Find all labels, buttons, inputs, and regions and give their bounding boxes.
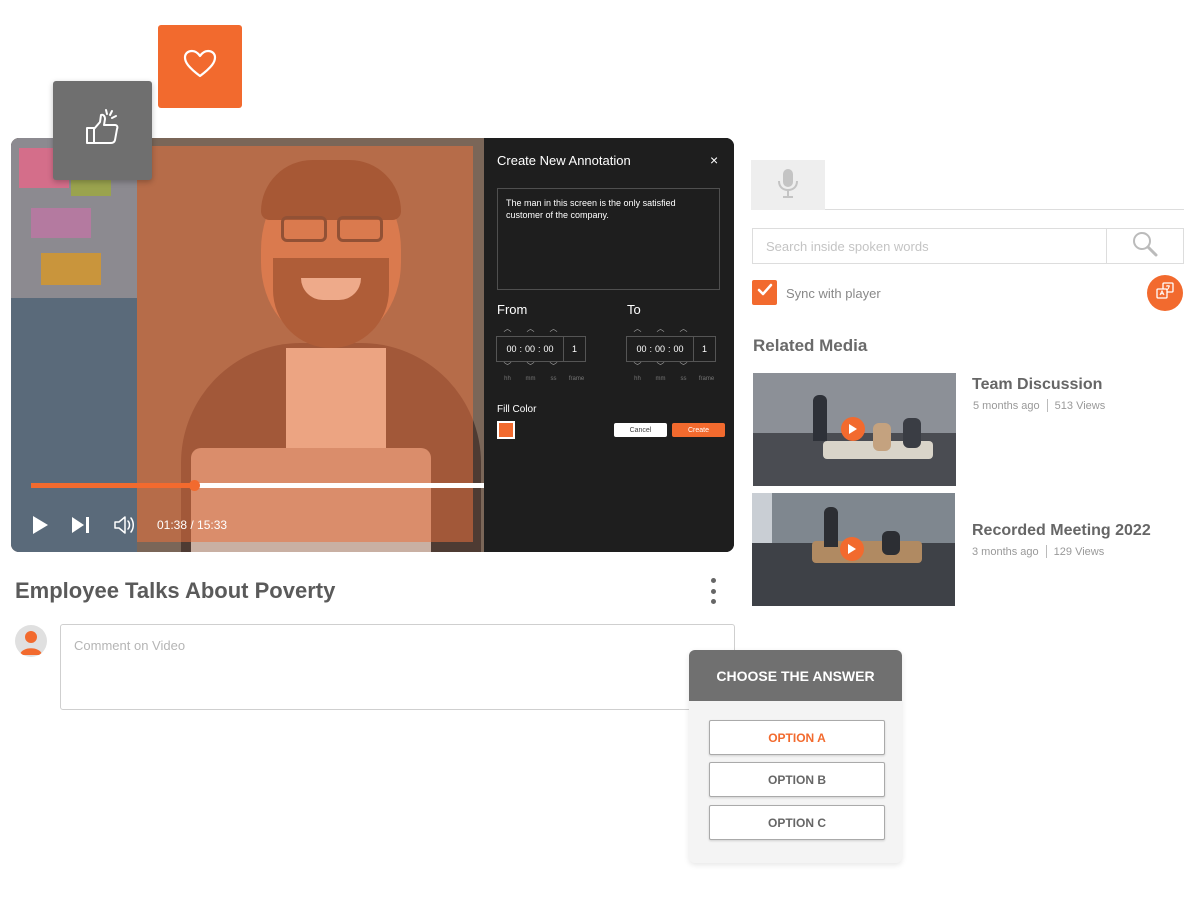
from-frame-field[interactable]: 1 bbox=[564, 336, 586, 362]
translate-button[interactable] bbox=[1147, 275, 1183, 311]
chevron-down-icon[interactable]: ﹀ bbox=[542, 362, 565, 372]
divider bbox=[825, 209, 1184, 210]
unit-label: ss bbox=[680, 376, 687, 382]
unit-label: mm bbox=[525, 376, 536, 382]
unit-label: mm bbox=[655, 376, 666, 382]
chevron-up-icon[interactable]: ︿ bbox=[672, 324, 695, 334]
microphone-icon bbox=[776, 167, 800, 204]
search-icon bbox=[1131, 230, 1159, 263]
unit-label: hh bbox=[634, 376, 641, 382]
heart-icon bbox=[183, 49, 217, 84]
related-title[interactable]: Team Discussion bbox=[972, 376, 1102, 394]
tab-transcript[interactable] bbox=[751, 160, 825, 210]
play-icon[interactable] bbox=[31, 515, 49, 535]
video-player[interactable]: 01:38 / 15:33 Create New Annotation × Th… bbox=[11, 138, 734, 552]
chevron-down-icon[interactable]: ﹀ bbox=[649, 362, 672, 372]
chevron-up-icon[interactable]: ︿ bbox=[626, 324, 649, 334]
from-label: From bbox=[497, 302, 528, 317]
related-age: 5 months ago bbox=[973, 399, 1040, 412]
video-frame[interactable]: 01:38 / 15:33 bbox=[11, 138, 484, 552]
search-input[interactable] bbox=[753, 229, 1106, 263]
related-thumbnail[interactable] bbox=[752, 493, 955, 606]
chevron-up-icon[interactable]: ︿ bbox=[542, 324, 565, 334]
chevron-up-icon[interactable]: ︿ bbox=[496, 324, 519, 334]
skip-next-icon[interactable] bbox=[71, 516, 91, 534]
search-button[interactable] bbox=[1106, 229, 1183, 263]
related-views: 513 Views bbox=[1054, 399, 1106, 412]
related-views: 129 Views bbox=[1053, 545, 1105, 558]
fill-color-swatch[interactable] bbox=[497, 421, 515, 439]
chevron-down-icon[interactable]: ﹀ bbox=[672, 362, 695, 372]
sticky-note bbox=[41, 253, 101, 285]
time-readout: 01:38 / 15:33 bbox=[157, 518, 228, 532]
related-meta: 5 months ago 513 Views bbox=[973, 399, 1105, 412]
chevron-down-icon[interactable]: ﹀ bbox=[626, 362, 649, 372]
video-title: Employee Talks About Poverty bbox=[15, 578, 336, 603]
thumbs-up-icon bbox=[81, 106, 125, 155]
related-age: 3 months ago bbox=[972, 545, 1039, 558]
unit-label: frame bbox=[568, 376, 585, 382]
play-icon[interactable] bbox=[840, 537, 864, 561]
related-media-heading: Related Media bbox=[753, 336, 868, 355]
annotation-title: Create New Annotation bbox=[497, 153, 631, 168]
unit-label: frame bbox=[698, 376, 715, 382]
progress-knob[interactable] bbox=[189, 480, 200, 491]
create-button[interactable]: Create bbox=[672, 423, 725, 437]
quiz-option-a[interactable]: OPTION A bbox=[709, 720, 885, 755]
comment-input[interactable]: Comment on Video bbox=[60, 624, 735, 710]
volume-icon[interactable] bbox=[113, 515, 137, 535]
favorite-button[interactable] bbox=[158, 25, 242, 108]
like-button[interactable] bbox=[53, 81, 152, 180]
quiz-card: CHOOSE THE ANSWER OPTION A OPTION B OPTI… bbox=[689, 650, 902, 863]
to-time-field[interactable]: 00:00:00 bbox=[626, 336, 694, 362]
cancel-button[interactable]: Cancel bbox=[614, 423, 667, 437]
annotation-panel: Create New Annotation × The man in this … bbox=[484, 138, 734, 552]
to-time-picker: ︿ ︿ ︿ 00:00:00 1 ﹀ ﹀ ﹀ hh mm ss frame bbox=[626, 324, 718, 384]
fill-color-label: Fill Color bbox=[497, 404, 537, 415]
to-label: To bbox=[627, 302, 641, 317]
progress-fill bbox=[31, 483, 194, 488]
chevron-down-icon[interactable]: ﹀ bbox=[519, 362, 542, 372]
checkmark-icon bbox=[757, 283, 773, 302]
sync-label: Sync with player bbox=[786, 286, 881, 301]
more-options-icon[interactable] bbox=[705, 576, 721, 606]
annotation-textarea[interactable]: The man in this screen is the only satis… bbox=[497, 188, 720, 290]
chevron-up-icon[interactable]: ︿ bbox=[649, 324, 672, 334]
related-title[interactable]: Recorded Meeting 2022 bbox=[972, 522, 1151, 540]
close-icon[interactable]: × bbox=[710, 152, 718, 168]
player-controls: 01:38 / 15:33 bbox=[31, 512, 227, 538]
quiz-option-c[interactable]: OPTION C bbox=[709, 805, 885, 840]
quiz-option-b[interactable]: OPTION B bbox=[709, 762, 885, 797]
sticky-note bbox=[31, 208, 91, 238]
related-meta: 3 months ago 129 Views bbox=[972, 545, 1104, 558]
chevron-down-icon[interactable]: ﹀ bbox=[496, 362, 519, 372]
play-icon[interactable] bbox=[841, 417, 865, 441]
chevron-up-icon[interactable]: ︿ bbox=[519, 324, 542, 334]
avatar bbox=[15, 625, 47, 657]
from-time-picker: ︿ ︿ ︿ 00:00:00 1 ﹀ ﹀ ﹀ hh mm ss frame bbox=[496, 324, 588, 384]
quiz-header: CHOOSE THE ANSWER bbox=[689, 650, 902, 701]
translate-icon bbox=[1155, 281, 1175, 306]
related-thumbnail[interactable] bbox=[753, 373, 956, 486]
transcript-search bbox=[752, 228, 1184, 264]
sync-checkbox[interactable] bbox=[752, 280, 777, 305]
from-time-field[interactable]: 00:00:00 bbox=[496, 336, 564, 362]
unit-label: hh bbox=[504, 376, 511, 382]
to-frame-field[interactable]: 1 bbox=[694, 336, 716, 362]
unit-label: ss bbox=[550, 376, 557, 382]
